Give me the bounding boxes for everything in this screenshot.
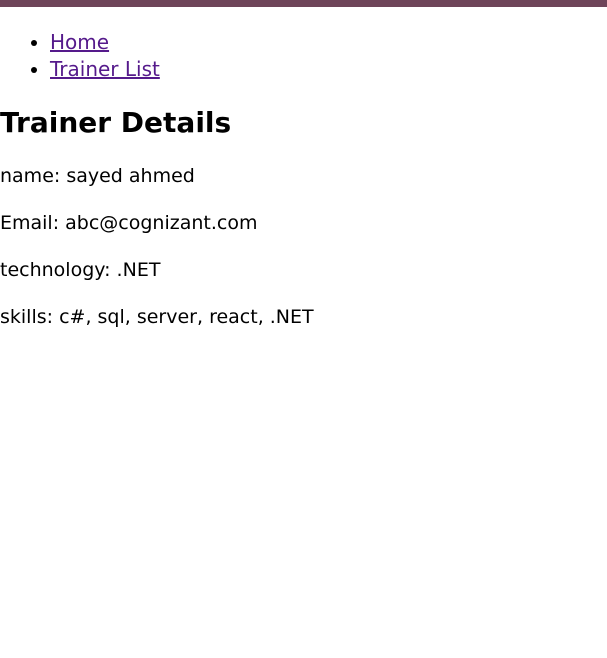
trainer-technology: technology: .NET bbox=[0, 259, 161, 281]
trainer-list-link[interactable]: Trainer List bbox=[50, 57, 160, 81]
nav-item-trainer-list: Trainer List bbox=[50, 56, 607, 83]
trainer-email: Email: abc@cognizant.com bbox=[0, 212, 258, 234]
home-link[interactable]: Home bbox=[50, 30, 109, 54]
navigation-list: Home Trainer List bbox=[0, 29, 607, 83]
page-title: Trainer Details bbox=[0, 106, 232, 139]
trainer-skills: skills: c#, sql, server, react, .NET bbox=[0, 306, 314, 328]
trainer-name: name: sayed ahmed bbox=[0, 165, 195, 187]
top-accent-bar bbox=[0, 0, 607, 7]
nav-item-home: Home bbox=[50, 29, 607, 56]
